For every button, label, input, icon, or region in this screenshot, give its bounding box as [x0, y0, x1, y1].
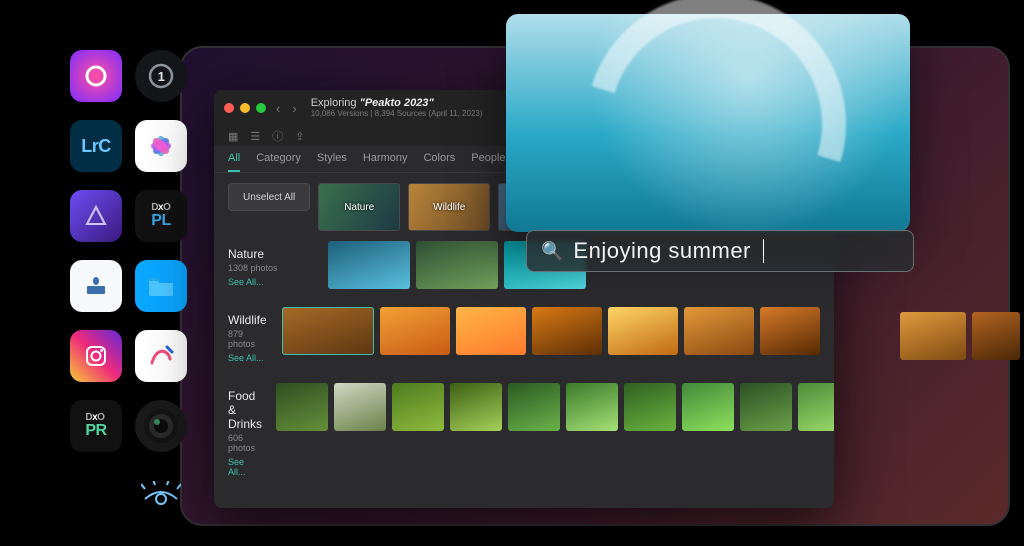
toolbar-info-icon[interactable]: ⓘ	[272, 128, 283, 144]
thumbnail[interactable]	[682, 383, 734, 431]
section-count: 1308 photos	[228, 263, 314, 273]
toolbar-list-icon[interactable]: ☰	[250, 130, 260, 143]
app-icon-editor[interactable]	[135, 330, 187, 382]
text-cursor	[763, 239, 764, 263]
maximize-button[interactable]	[256, 103, 266, 113]
wildlife-overflow	[900, 312, 1020, 360]
toolbar-grid-icon[interactable]: ▦	[228, 130, 238, 143]
thumbnail[interactable]	[450, 383, 502, 431]
app-icon-instagram[interactable]	[70, 330, 122, 382]
see-all-link[interactable]: See All...	[228, 277, 314, 287]
app-icon-apple-photos[interactable]	[135, 120, 187, 172]
thumbnail[interactable]	[608, 307, 678, 355]
minimize-button[interactable]	[240, 103, 250, 113]
window-title: Exploring "Peakto 2023"	[311, 98, 483, 110]
section-food: Food & Drinks 606 photos See All...	[228, 383, 820, 483]
section-count: 879 photos	[228, 329, 268, 349]
content-area: Nature 1308 photos See All... Wildlife 8…	[214, 241, 834, 508]
tab-people[interactable]: People	[471, 152, 505, 172]
section-title: Nature	[228, 247, 314, 261]
nav-forward-icon[interactable]: ›	[290, 101, 298, 116]
filter-chip-nature[interactable]: Nature	[318, 183, 400, 231]
dock-column-b: 1 DxOPL	[135, 50, 187, 522]
window-subtitle: 10,086 Versions | 8,394 Sources (April 1…	[311, 110, 483, 118]
app-icon-folder[interactable]	[135, 260, 187, 312]
thumbnail[interactable]	[392, 383, 444, 431]
app-icon-dxo-pr[interactable]: DxOPR	[70, 400, 122, 452]
close-button[interactable]	[224, 103, 234, 113]
thumbnail[interactable]	[334, 383, 386, 431]
tab-styles[interactable]: Styles	[317, 152, 347, 172]
thumbnail[interactable]	[740, 383, 792, 431]
app-icon-utility[interactable]	[70, 260, 122, 312]
app-icon-eye[interactable]	[135, 470, 187, 522]
search-input-value[interactable]: Enjoying summer	[573, 238, 750, 264]
tab-all[interactable]: All	[228, 152, 240, 172]
thumbnail[interactable]	[282, 307, 374, 355]
thumbnail[interactable]	[276, 383, 328, 431]
section-wildlife: Wildlife 879 photos See All...	[228, 307, 820, 369]
thumbnail[interactable]	[760, 307, 820, 355]
filter-chip-wildlife[interactable]: Wildlife	[408, 183, 490, 231]
search-overlay[interactable]: 🔍 Enjoying summer	[526, 230, 914, 272]
tab-harmony[interactable]: Harmony	[363, 152, 408, 172]
thumbnail[interactable]	[566, 383, 618, 431]
section-title: Food & Drinks	[228, 389, 262, 431]
app-icon-dxo-pl[interactable]: DxOPL	[135, 190, 187, 242]
thumbnail[interactable]	[900, 312, 966, 360]
see-all-link[interactable]: See All...	[228, 457, 262, 477]
dock-column-a: LrC DxOPR	[70, 50, 122, 452]
hero-image	[506, 14, 910, 232]
app-icon-camera-lens[interactable]	[135, 400, 187, 452]
app-icon-lightroom[interactable]: LrC	[70, 120, 122, 172]
thumbnail[interactable]	[380, 307, 450, 355]
thumbnail[interactable]	[328, 241, 410, 289]
thumbnail[interactable]	[508, 383, 560, 431]
see-all-link[interactable]: See All...	[228, 353, 268, 363]
thumbnail[interactable]	[624, 383, 676, 431]
thumbnail[interactable]	[798, 383, 834, 431]
app-icon-luminar[interactable]	[70, 190, 122, 242]
toolbar-share-icon[interactable]: ⇪	[295, 130, 304, 143]
app-icon-on1[interactable]	[70, 50, 122, 102]
tab-category[interactable]: Category	[256, 152, 301, 172]
thumbnail[interactable]	[532, 307, 602, 355]
section-title: Wildlife	[228, 313, 268, 327]
window-controls	[224, 103, 266, 113]
unselect-all-button[interactable]: Unselect All	[228, 183, 310, 211]
tab-colors[interactable]: Colors	[423, 152, 455, 172]
section-count: 606 photos	[228, 433, 262, 453]
thumbnail[interactable]	[416, 241, 498, 289]
app-icon-captureone[interactable]: 1	[135, 50, 187, 102]
search-icon: 🔍	[541, 241, 563, 262]
thumbnail[interactable]	[972, 312, 1020, 360]
thumbnail[interactable]	[684, 307, 754, 355]
svg-text:1: 1	[158, 69, 165, 84]
nav-back-icon[interactable]: ‹	[274, 101, 282, 116]
thumbnail[interactable]	[456, 307, 526, 355]
